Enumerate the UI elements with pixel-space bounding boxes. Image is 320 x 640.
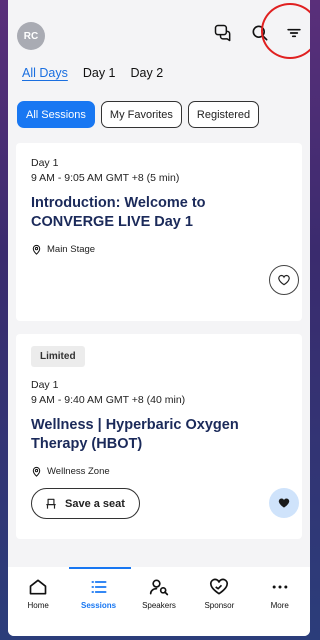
session-title[interactable]: Wellness | Hyperbaric Oxygen Therapy (HB… (31, 416, 291, 454)
speaker-icon (149, 579, 169, 596)
session-time: 9 AM - 9:05 AM GMT +8 (5 min) (31, 172, 180, 184)
session-location: Wellness Zone (31, 466, 291, 477)
filter-highlight-circle (261, 3, 310, 59)
nav-speakers-label: Speakers (142, 601, 176, 610)
list-icon (91, 581, 107, 593)
session-location-label: Wellness Zone (47, 466, 110, 477)
session-location-label: Main Stage (47, 244, 96, 255)
nav-more-label: More (270, 601, 289, 610)
location-pin-icon (32, 466, 41, 477)
nav-sessions-label: Sessions (81, 601, 117, 610)
favorite-button[interactable] (269, 488, 299, 518)
nav-sessions[interactable]: Sessions (68, 567, 131, 610)
nav-home[interactable]: Home (10, 577, 66, 610)
heart-filled-icon (278, 498, 290, 508)
session-filter-chips: All Sessions My Favorites Registered (17, 101, 260, 128)
limited-badge: Limited (31, 346, 85, 367)
more-icon (272, 585, 288, 589)
nav-home-label: Home (27, 601, 49, 610)
session-card[interactable]: Limited Day 1 9 AM - 9:40 AM GMT +8 (40 … (16, 334, 302, 539)
tab-day-2[interactable]: Day 2 (131, 66, 164, 80)
nav-sponsor-label: Sponsor (204, 601, 235, 610)
favorite-button[interactable] (269, 265, 299, 295)
chip-registered[interactable]: Registered (187, 101, 260, 128)
save-seat-label: Save a seat (65, 497, 125, 510)
nav-more[interactable]: More (252, 577, 308, 610)
day-tabs: All Days Day 1 Day 2 (22, 66, 163, 80)
session-location: Main Stage (31, 244, 261, 255)
seat-icon (46, 498, 56, 509)
chip-my-favorites[interactable]: My Favorites (100, 101, 182, 128)
handshake-heart-icon (210, 578, 229, 595)
session-day: Day 1 (31, 379, 59, 391)
chip-all-sessions[interactable]: All Sessions (17, 101, 95, 128)
tab-day-1[interactable]: Day 1 (83, 66, 116, 80)
tab-all-days[interactable]: All Days (22, 66, 68, 80)
nav-speakers[interactable]: Speakers (131, 577, 187, 610)
avatar[interactable]: RC (17, 22, 45, 50)
nav-sponsor[interactable]: Sponsor (191, 577, 247, 610)
save-seat-button[interactable]: Save a seat (31, 488, 140, 519)
app-screen: RC All Days Day 1 Day 2 All Sessions My … (8, 0, 310, 636)
heart-outline-icon (278, 274, 290, 286)
top-bar: RC (8, 0, 310, 64)
home-icon (29, 579, 47, 595)
session-time: 9 AM - 9:40 AM GMT +8 (40 min) (31, 394, 186, 406)
session-title[interactable]: Introduction: Welcome to CONVERGE LIVE D… (31, 194, 261, 232)
bottom-navigation: Home Sessions Speakers Sponsor More (8, 567, 310, 636)
location-pin-icon (32, 244, 41, 255)
session-day: Day 1 (31, 157, 59, 169)
chat-icon[interactable] (210, 20, 236, 46)
session-card[interactable]: Day 1 9 AM - 9:05 AM GMT +8 (5 min) Intr… (16, 143, 302, 321)
